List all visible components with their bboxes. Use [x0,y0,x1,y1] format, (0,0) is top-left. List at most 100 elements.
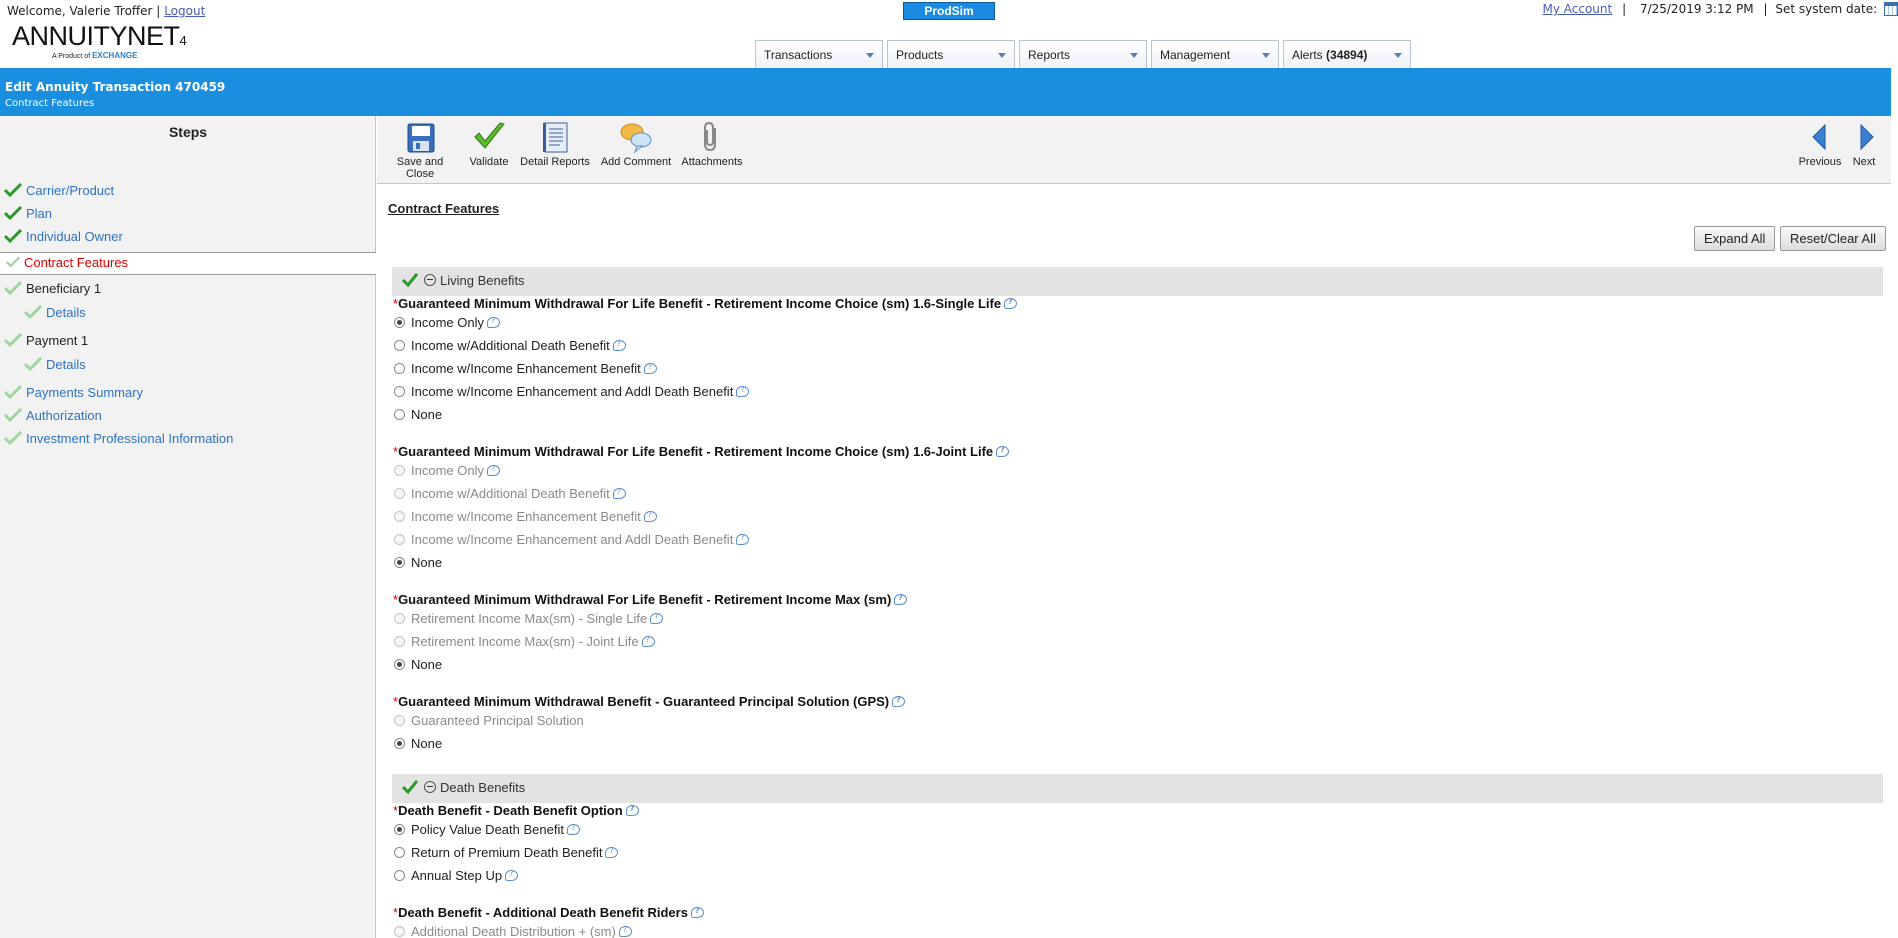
help-icon[interactable] [736,533,750,545]
question-gmwb-joint-life: *Guaranteed Minimum Withdrawal For Life … [393,444,1010,459]
option-none[interactable]: None [394,555,442,570]
help-icon[interactable] [690,906,704,918]
radio-button[interactable] [394,409,405,420]
logout-link[interactable]: Logout [164,4,205,18]
step-investment-professional[interactable]: Investment Professional Information [4,431,233,446]
option-none[interactable]: None [394,407,442,422]
radio-button[interactable] [394,386,405,397]
help-icon[interactable] [650,612,664,624]
collapse-icon[interactable] [424,781,436,793]
step-contract-features[interactable]: Contract Features [0,252,376,275]
welcome-area: Welcome, Valerie Troffer | Logout [7,4,205,18]
step-payments-summary[interactable]: Payments Summary [4,385,143,400]
add-comment-button[interactable]: Add Comment [598,120,674,168]
chevron-down-icon [1128,51,1140,61]
help-icon[interactable] [486,316,500,328]
arrow-left-icon [1812,123,1826,151]
option-annual-step-up[interactable]: Annual Step Up [394,868,519,883]
step-individual-owner[interactable]: Individual Owner [4,229,123,244]
radio-button[interactable] [394,738,405,749]
chevron-down-icon [1260,51,1272,61]
validate-button[interactable]: Validate [465,120,513,168]
help-icon[interactable] [625,804,639,816]
nav-transactions[interactable]: Transactions [755,40,883,68]
nav-products[interactable]: Products [887,40,1015,68]
help-icon[interactable] [892,695,906,707]
help-icon[interactable] [643,510,657,522]
nav-management[interactable]: Management [1151,40,1279,68]
option-income-enhancement[interactable]: Income w/Income Enhancement Benefit [394,361,657,376]
help-icon[interactable] [618,925,632,937]
question-additional-death-benefit-riders: *Death Benefit - Additional Death Benefi… [393,905,704,920]
welcome-text: Welcome, Valerie Troffer | [7,4,161,18]
nav-reports[interactable]: Reports [1019,40,1147,68]
comment-icon [620,123,652,154]
current-datetime: 7/25/2019 3:12 PM [1639,2,1754,16]
arrow-right-icon [1860,123,1874,151]
radio-button[interactable] [394,340,405,351]
report-icon [543,122,568,153]
attachments-button[interactable]: Attachments [679,120,745,168]
group-living-benefits[interactable]: Living Benefits [392,267,1883,296]
step-authorization[interactable]: Authorization [4,408,102,423]
help-icon[interactable] [612,487,626,499]
radio-button [394,613,405,624]
radio-button [394,926,405,937]
option-income-enhancement-addl-death[interactable]: Income w/Income Enhancement and Addl Dea… [394,384,750,399]
option-return-of-premium[interactable]: Return of Premium Death Benefit [394,845,619,860]
group-death-benefits[interactable]: Death Benefits [392,774,1883,803]
check-icon [4,229,22,243]
option-income-additional-death-benefit: Income w/Additional Death Benefit [394,486,626,501]
option-income-additional-death-benefit[interactable]: Income w/Additional Death Benefit [394,338,626,353]
help-icon[interactable] [894,593,908,605]
check-icon [4,333,22,347]
next-button[interactable]: Next [1849,120,1879,168]
help-icon[interactable] [736,385,750,397]
option-rim-single-life: Retirement Income Max(sm) - Single Life [394,611,664,626]
radio-button[interactable] [394,870,405,881]
radio-button[interactable] [394,557,405,568]
radio-button[interactable] [394,317,405,328]
page-subtitle: Contract Features [5,98,95,109]
calendar-icon[interactable] [1884,2,1898,16]
question-retirement-income-max: *Guaranteed Minimum Withdrawal For Life … [393,592,908,607]
expand-all-button[interactable]: Expand All [1694,226,1776,251]
help-icon[interactable] [486,464,500,476]
collapse-icon[interactable] [424,274,436,286]
option-additional-death-distribution: Additional Death Distribution + (sm) [394,924,632,938]
step-plan[interactable]: Plan [4,206,52,221]
option-none[interactable]: None [394,657,442,672]
radio-button[interactable] [394,363,405,374]
help-icon[interactable] [641,635,655,647]
radio-button[interactable] [394,659,405,670]
previous-button[interactable]: Previous [1796,120,1844,168]
question-death-benefit-option: *Death Benefit - Death Benefit Option [393,803,639,818]
page-title: Edit Annuity Transaction 470459 [5,80,226,94]
reset-clear-all-button[interactable]: Reset/Clear All [1780,226,1886,251]
step-payment-1[interactable]: Payment 1 [4,333,88,348]
annuitynet-logo: ANNUITYNET4 A Product of EXCHANGE [12,23,187,65]
help-icon[interactable] [605,846,619,858]
my-account-link[interactable]: My Account [1543,2,1613,16]
checkmark-icon [474,122,505,149]
option-none[interactable]: None [394,736,442,751]
option-policy-value-death-benefit[interactable]: Policy Value Death Benefit [394,822,580,837]
help-icon[interactable] [996,445,1010,457]
help-icon[interactable] [505,869,519,881]
option-income-only[interactable]: Income Only [394,315,500,330]
save-and-close-button[interactable]: Save and Close [382,120,458,180]
detail-reports-button[interactable]: Detail Reports [518,120,592,168]
step-beneficiary-details[interactable]: Details [24,305,86,320]
step-carrier-product[interactable]: Carrier/Product [4,183,114,198]
help-icon[interactable] [1004,297,1018,309]
help-icon[interactable] [643,362,657,374]
radio-button[interactable] [394,824,405,835]
steps-title: Steps [168,124,208,140]
help-icon[interactable] [566,823,580,835]
step-payment-details[interactable]: Details [24,357,86,372]
nav-alerts[interactable]: Alerts (34894) [1283,40,1411,68]
step-beneficiary-1[interactable]: Beneficiary 1 [4,281,101,296]
help-icon[interactable] [612,339,626,351]
radio-button[interactable] [394,847,405,858]
check-icon [4,281,22,295]
